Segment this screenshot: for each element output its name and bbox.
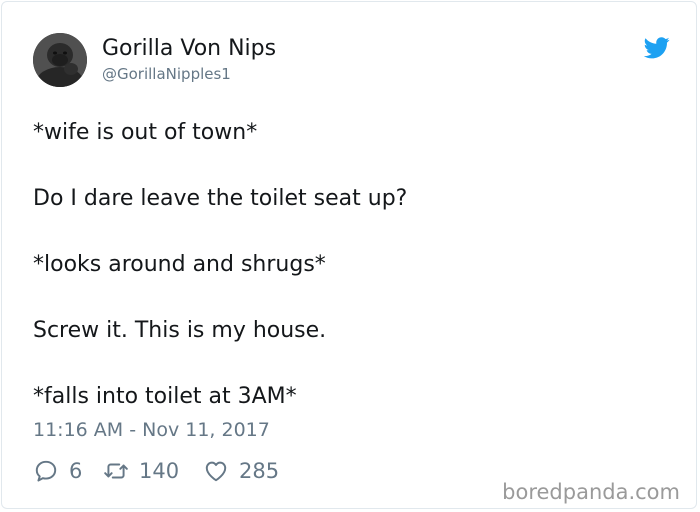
like-count: 285: [239, 459, 280, 483]
tweet-text-line: Do I dare leave the toilet seat up?: [33, 186, 408, 211]
avatar[interactable]: [33, 33, 87, 87]
tweet-text-line: *wife is out of town*: [33, 120, 258, 145]
reply-button[interactable]: 6: [33, 457, 82, 485]
tweet-text-line: Screw it. This is my house.: [33, 318, 327, 343]
gorilla-avatar-image: [33, 33, 87, 87]
reply-icon: [35, 460, 57, 482]
retweet-count: 140: [139, 459, 180, 483]
tweet-card: Gorilla Von Nips @GorillaNipples1 *wife …: [1, 1, 697, 509]
heart-icon: [205, 461, 227, 482]
tweet-timestamp[interactable]: 11:16 AM - Nov 11, 2017: [33, 419, 270, 441]
tweet-text-line: *falls into toilet at 3AM*: [33, 384, 297, 409]
like-button[interactable]: 285: [203, 457, 279, 485]
twitter-bird-icon[interactable]: [644, 37, 670, 59]
author-handle[interactable]: @GorillaNipples1: [102, 65, 231, 83]
retweet-icon: [104, 463, 128, 479]
tweet-text-line: *looks around and shrugs*: [33, 252, 326, 277]
reply-count: 6: [69, 459, 83, 483]
watermark: boredpanda.com: [502, 480, 680, 504]
retweet-button[interactable]: 140: [103, 457, 179, 485]
author-name[interactable]: Gorilla Von Nips: [102, 36, 276, 62]
